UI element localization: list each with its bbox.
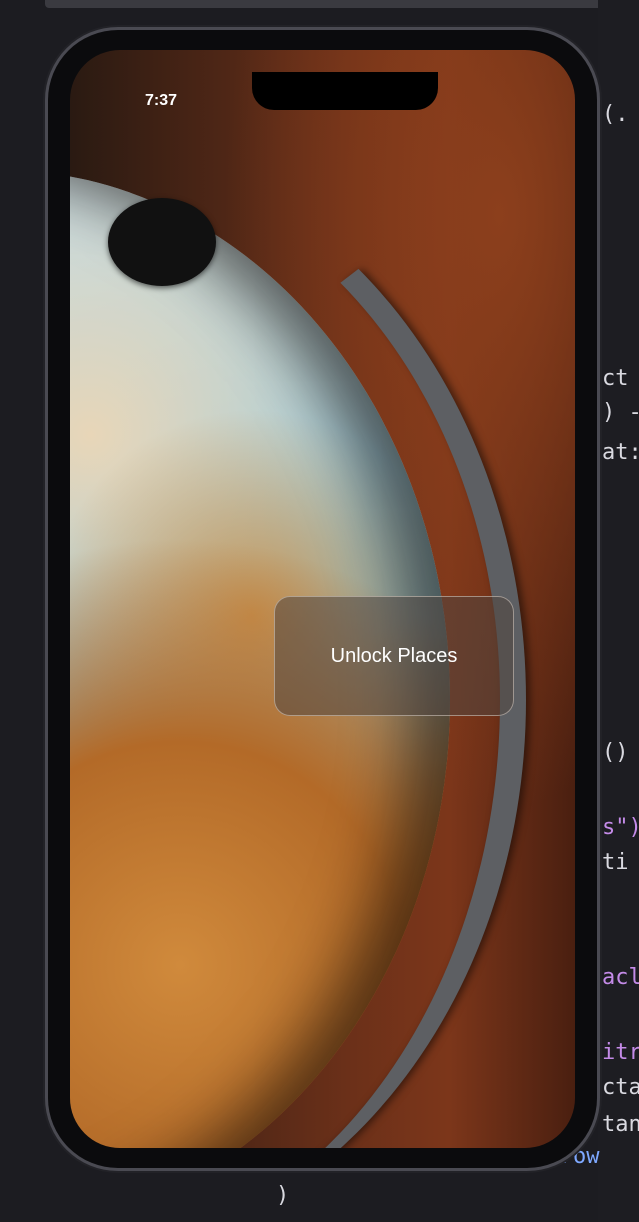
unlock-places-button[interactable]: Unlock Places — [274, 596, 514, 716]
ide-code-column: (. ct ) - at: () s") ti acl itr cta tang — [598, 0, 639, 1222]
code-line: ti — [602, 850, 629, 875]
code-line: ct — [602, 366, 629, 391]
code-line: at: — [602, 440, 639, 465]
unlock-places-label: Unlock Places — [330, 644, 458, 667]
code-line: (. — [602, 102, 629, 127]
phone-frame: 7:37 Unlock Places — [48, 30, 597, 1168]
phone-screen: 7:37 Unlock Places — [70, 50, 575, 1148]
code-line: itr — [602, 1040, 639, 1065]
phone-notch — [252, 72, 438, 110]
code-line: cta — [602, 1075, 639, 1100]
code-line: s") — [602, 815, 639, 840]
code-line: acl — [602, 965, 639, 990]
code-paren: ) — [276, 1183, 290, 1208]
code-line: () — [602, 740, 629, 765]
code-line: tang — [602, 1112, 639, 1137]
status-bar-time: 7:37 — [145, 92, 178, 109]
code-line: ) - — [602, 400, 639, 425]
globe-pivot — [108, 198, 216, 286]
ide-top-strip — [45, 0, 605, 8]
